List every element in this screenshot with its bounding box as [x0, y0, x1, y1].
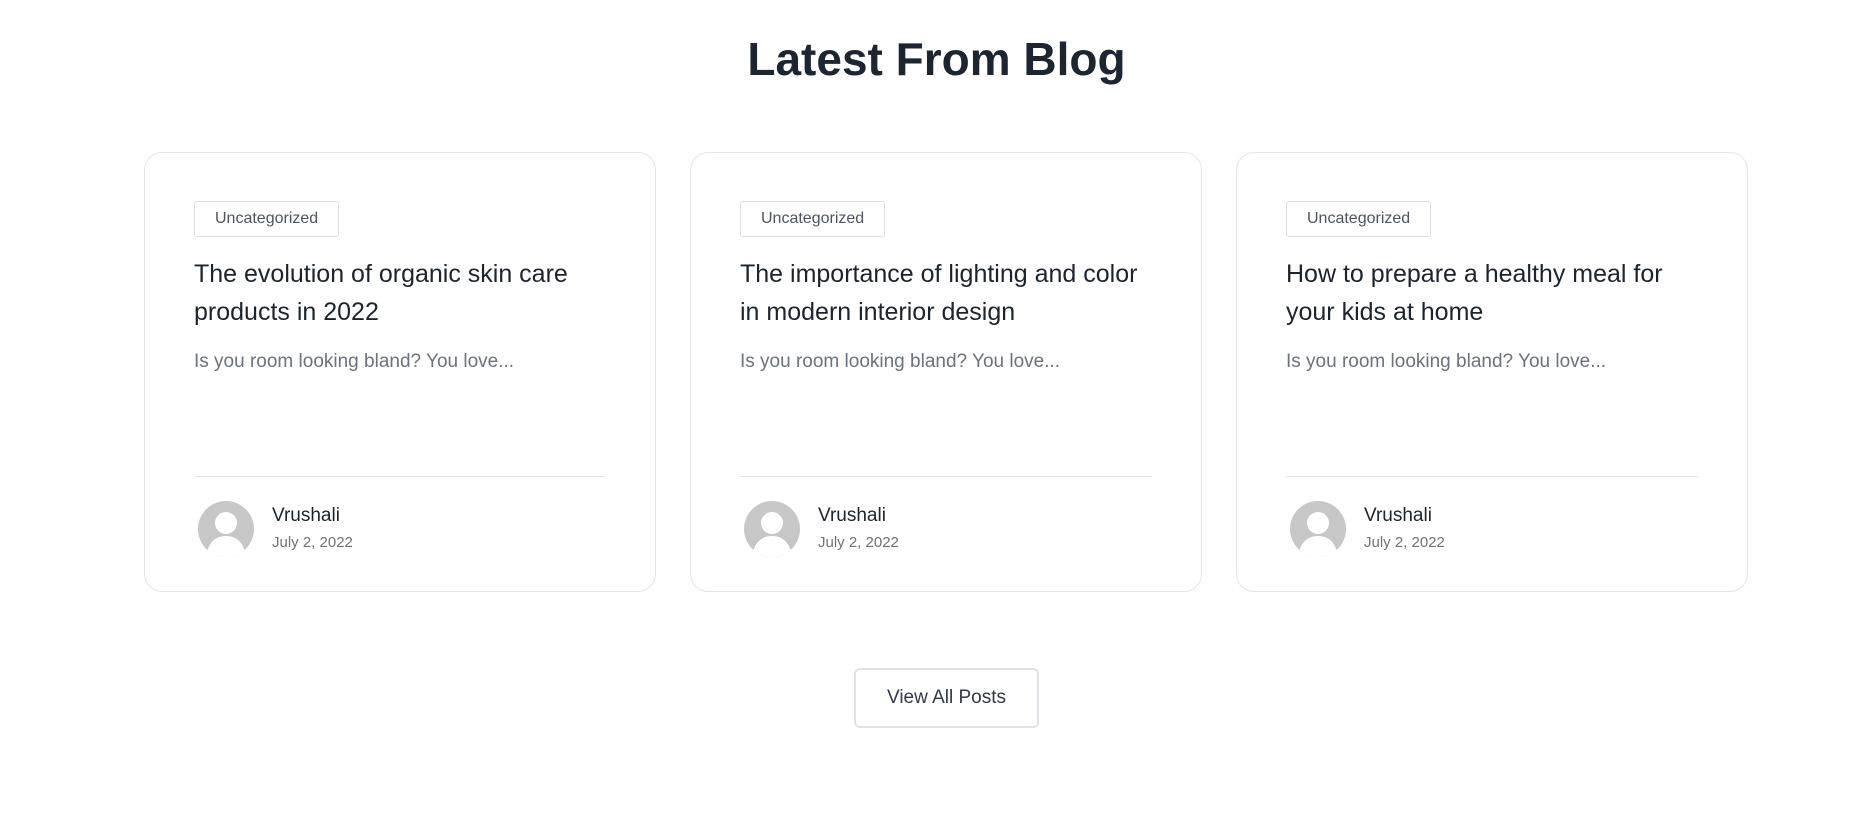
author-meta: Vrushali July 2, 2022 — [818, 504, 899, 554]
author-name[interactable]: Vrushali — [818, 504, 899, 528]
card-divider — [1286, 476, 1698, 477]
user-silhouette-icon — [206, 512, 246, 557]
post-title[interactable]: How to prepare a healthy meal for your k… — [1286, 255, 1686, 331]
post-excerpt: Is you room looking bland? You love... — [194, 351, 515, 372]
blog-card: Uncategorized The evolution of organic s… — [144, 152, 656, 592]
post-title[interactable]: The importance of lighting and color in … — [740, 255, 1140, 331]
blog-card: Uncategorized How to prepare a healthy m… — [1236, 152, 1748, 592]
avatar — [744, 501, 800, 557]
post-date: July 2, 2022 — [818, 534, 899, 551]
category-tag[interactable]: Uncategorized — [740, 201, 886, 237]
card-divider — [194, 476, 606, 477]
category-tag[interactable]: Uncategorized — [194, 201, 340, 237]
author-row: Vrushali July 2, 2022 — [1286, 501, 1445, 557]
category-tag[interactable]: Uncategorized — [1286, 201, 1432, 237]
author-row: Vrushali July 2, 2022 — [740, 501, 899, 557]
post-date: July 2, 2022 — [272, 534, 353, 551]
avatar — [198, 501, 254, 557]
user-silhouette-icon — [1298, 512, 1338, 557]
section-title: Latest From Blog — [747, 33, 1126, 85]
author-meta: Vrushali July 2, 2022 — [272, 504, 353, 554]
post-excerpt: Is you room looking bland? You love... — [1286, 351, 1607, 372]
author-name[interactable]: Vrushali — [272, 504, 353, 528]
blog-card-list: Uncategorized The evolution of organic s… — [144, 152, 1748, 592]
user-silhouette-icon — [752, 512, 792, 557]
avatar — [1290, 501, 1346, 557]
post-date: July 2, 2022 — [1364, 534, 1445, 551]
blog-card: Uncategorized The importance of lighting… — [690, 152, 1202, 592]
author-row: Vrushali July 2, 2022 — [194, 501, 353, 557]
author-name[interactable]: Vrushali — [1364, 504, 1445, 528]
author-meta: Vrushali July 2, 2022 — [1364, 504, 1445, 554]
card-divider — [740, 476, 1152, 477]
post-title[interactable]: The evolution of organic skin care produ… — [194, 255, 594, 331]
post-excerpt: Is you room looking bland? You love... — [740, 351, 1061, 372]
view-all-posts-button[interactable]: View All Posts — [854, 668, 1039, 728]
